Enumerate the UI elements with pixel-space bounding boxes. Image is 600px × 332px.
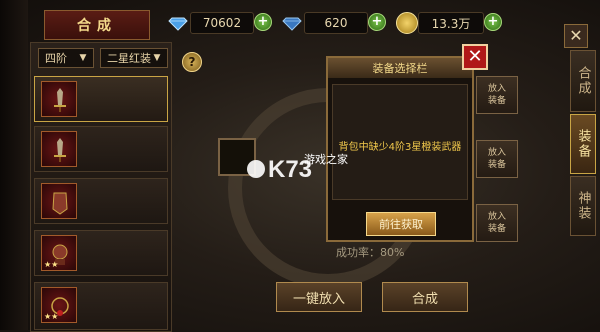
dialog-title: 装备选择栏 (328, 58, 472, 78)
success-rate: 成功率：80% (336, 246, 405, 259)
compose-button[interactable]: 合成 (382, 282, 468, 312)
equipment-slot (41, 81, 77, 117)
quality-select-value: 二星红装 (107, 52, 151, 65)
watermark-subtitle: 游戏之家 (304, 153, 348, 166)
tier-select-value: 四阶 (45, 52, 67, 65)
tab-divine-equipment[interactable]: 神装 (570, 176, 596, 236)
diamond-icon (168, 17, 188, 31)
sword-icon (54, 138, 66, 162)
diamond-count: 70602 (190, 12, 254, 34)
close-icon[interactable]: ✕ (462, 44, 488, 70)
equipment-item[interactable] (34, 178, 168, 224)
equipment-slot (41, 131, 77, 167)
armor-icon (52, 192, 68, 215)
tab-equipment[interactable]: 装备 (570, 114, 596, 174)
equipment-item[interactable] (34, 76, 168, 122)
triangle-down-icon: ▼ (79, 53, 87, 63)
put-in-button[interactable]: 放入 装备 (476, 76, 518, 114)
triangle-down-icon: ▼ (153, 53, 161, 63)
gold-coin-icon (396, 12, 418, 34)
sword-icon (54, 88, 66, 112)
star-icon: ★★ (44, 260, 59, 269)
equipment-slot: ★★ (41, 287, 77, 323)
bound-diamond-icon (282, 17, 302, 31)
tab-compose[interactable]: 合成 (570, 50, 596, 112)
help-button[interactable]: ? (182, 52, 202, 72)
go-obtain-button[interactable]: 前往获取 (366, 212, 436, 236)
gold-count: 13.3万 (418, 12, 484, 34)
put-in-button[interactable]: 放入 装备 (476, 140, 518, 178)
tier-select[interactable]: 四阶 ▼ (38, 48, 94, 68)
auto-put-button[interactable]: 一键放入 (276, 282, 362, 312)
quality-select[interactable]: 二星红装 ▼ (100, 48, 168, 68)
add-gold-button[interactable]: + (484, 13, 502, 31)
add-bound-diamond-button[interactable]: + (368, 13, 386, 31)
add-diamond-button[interactable]: + (254, 13, 272, 31)
bound-diamond-count: 620 (304, 12, 368, 34)
put-in-button[interactable]: 放入 装备 (476, 204, 518, 242)
compose-title: 合成 (44, 10, 150, 40)
left-frame-ornament (0, 0, 28, 330)
equipment-item[interactable]: ★★ (34, 230, 168, 276)
close-panel-button[interactable]: ✕ (564, 24, 588, 48)
star-icon: ★★ (44, 312, 59, 321)
equipment-item[interactable]: ★★ (34, 282, 168, 330)
equipment-slot (41, 183, 77, 219)
equipment-slot: ★★ (41, 235, 77, 271)
equipment-item[interactable] (34, 126, 168, 172)
